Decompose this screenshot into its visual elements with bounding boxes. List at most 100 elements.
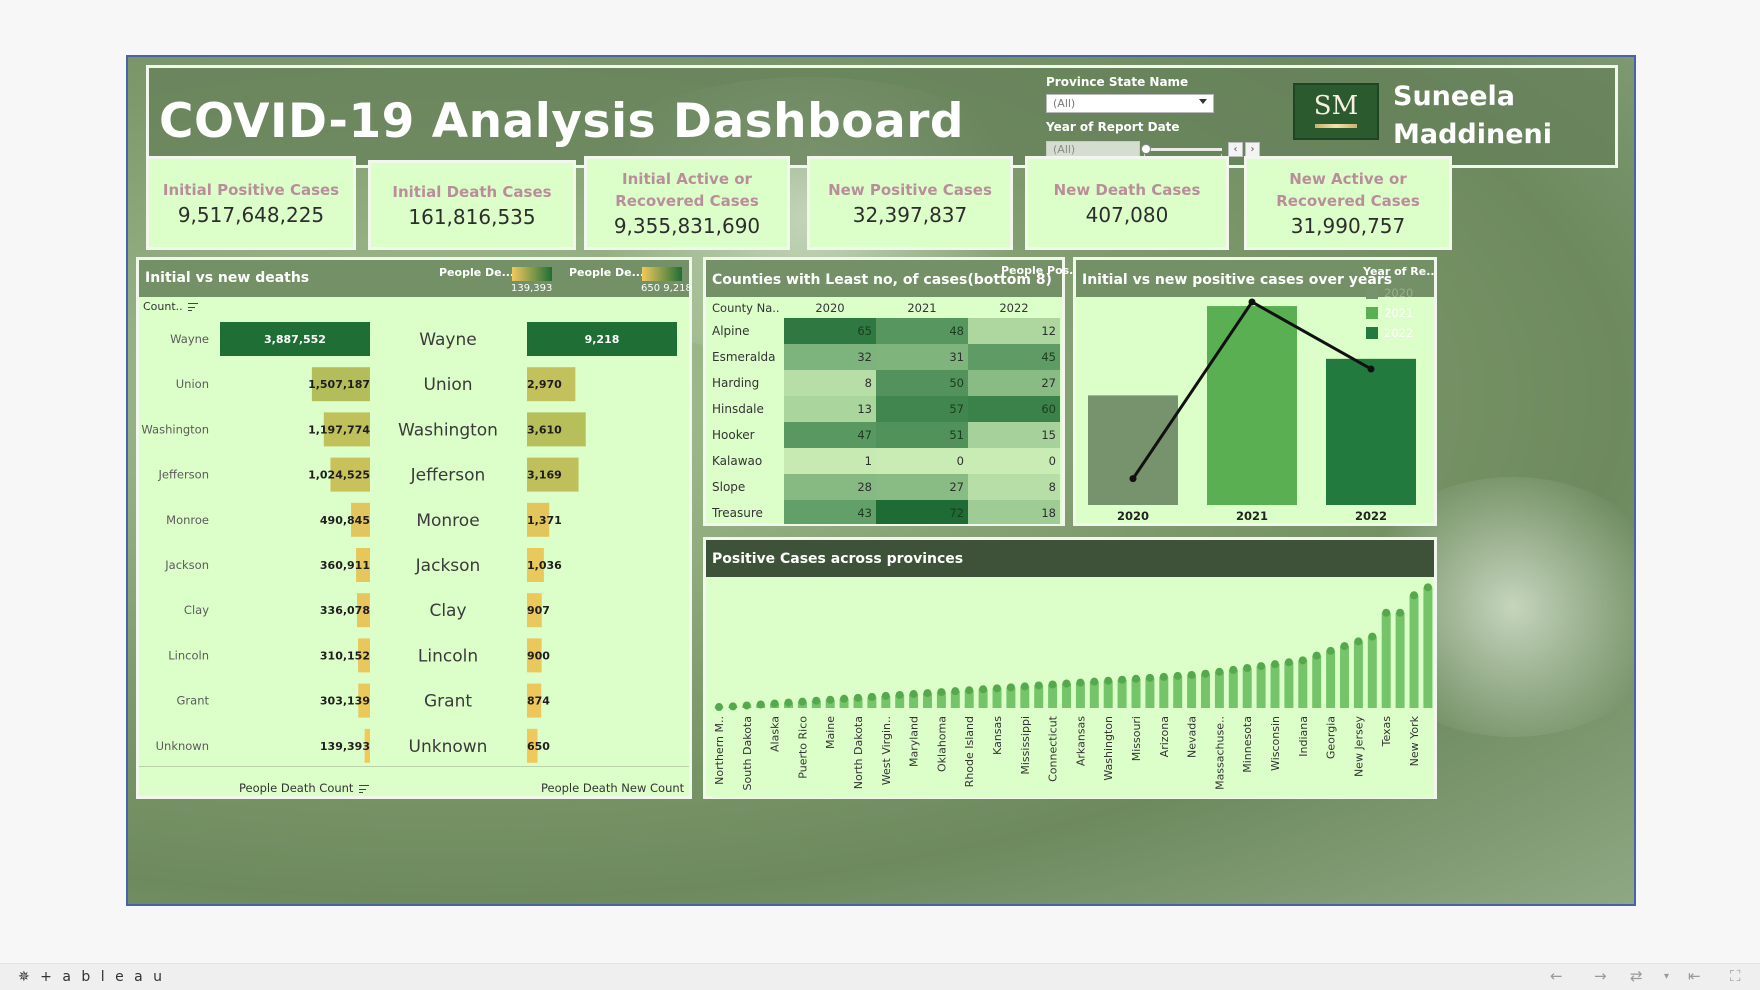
province-point[interactable]: [1284, 658, 1293, 667]
province-point[interactable]: [1118, 675, 1127, 684]
province-point[interactable]: [1132, 674, 1140, 683]
kpi-initial-active[interactable]: Initial Active or Recovered Cases 9,355,…: [584, 156, 790, 250]
province-filter-dropdown[interactable]: (All): [1046, 94, 1214, 113]
province-point[interactable]: [742, 701, 751, 710]
province-point[interactable]: [1298, 656, 1307, 665]
year-legend-swatch[interactable]: [1366, 307, 1378, 319]
province-point[interactable]: [1410, 591, 1418, 600]
province-point[interactable]: [965, 686, 974, 695]
year-next-button[interactable]: ›: [1245, 142, 1260, 157]
year-bar[interactable]: [1088, 395, 1178, 505]
kpi-new-active[interactable]: New Active or Recovered Cases 31,990,757: [1244, 156, 1452, 250]
province-bar[interactable]: [1117, 679, 1127, 708]
province-point[interactable]: [1020, 682, 1029, 691]
province-bar[interactable]: [1201, 673, 1210, 708]
province-bar[interactable]: [1395, 612, 1405, 708]
redo-icon[interactable]: →: [1594, 967, 1607, 985]
province-bar[interactable]: [1423, 587, 1433, 708]
province-bar[interactable]: [1284, 662, 1294, 708]
revert-icon[interactable]: ⇄: [1630, 967, 1643, 985]
sort-header[interactable]: Count..: [143, 300, 199, 313]
province-point[interactable]: [909, 690, 918, 699]
year-bar[interactable]: [1326, 358, 1416, 505]
year-legend-swatch[interactable]: [1366, 327, 1378, 339]
province-bar[interactable]: [1298, 660, 1308, 708]
kpi-initial-positive[interactable]: Initial Positive Cases 9,517,648,225: [146, 156, 356, 250]
province-point[interactable]: [1312, 651, 1321, 660]
province-point[interactable]: [784, 698, 793, 707]
province-bar[interactable]: [1131, 678, 1141, 708]
heatmap-cell[interactable]: [968, 474, 1060, 500]
fullscreen-icon[interactable]: ⛶: [1730, 967, 1741, 985]
province-point[interactable]: [1257, 662, 1266, 671]
province-point[interactable]: [770, 699, 779, 708]
province-point[interactable]: [756, 700, 765, 709]
province-point[interactable]: [1368, 632, 1377, 641]
heatmap-cell[interactable]: [876, 448, 968, 474]
province-point[interactable]: [1229, 665, 1238, 674]
province-point[interactable]: [1034, 681, 1043, 690]
province-point[interactable]: [1187, 670, 1196, 679]
province-point[interactable]: [1076, 678, 1085, 687]
province-point[interactable]: [826, 695, 835, 704]
province-point[interactable]: [812, 696, 821, 705]
province-bar[interactable]: [1187, 674, 1197, 708]
province-bar[interactable]: [1381, 612, 1391, 708]
year-legend-swatch[interactable]: [1366, 287, 1378, 299]
undo-icon[interactable]: ←: [1550, 967, 1563, 985]
province-point[interactable]: [1354, 637, 1363, 646]
province-bar[interactable]: [1173, 675, 1183, 708]
province-bar[interactable]: [1312, 655, 1322, 708]
province-bar[interactable]: [1103, 680, 1113, 708]
province-point[interactable]: [951, 687, 960, 696]
province-bar[interactable]: [1256, 666, 1266, 708]
province-point[interactable]: [1201, 669, 1210, 678]
province-bar[interactable]: [1228, 669, 1238, 708]
province-point[interactable]: [923, 689, 932, 698]
province-point[interactable]: [1326, 646, 1335, 655]
province-point[interactable]: [1104, 676, 1113, 685]
province-bar[interactable]: [1353, 641, 1363, 708]
province-bar[interactable]: [1159, 676, 1169, 708]
province-bar[interactable]: [1242, 667, 1252, 708]
trend-point[interactable]: [1248, 298, 1256, 306]
province-point[interactable]: [1423, 583, 1432, 592]
province-point[interactable]: [937, 688, 946, 697]
province-point[interactable]: [1271, 660, 1279, 669]
province-bar[interactable]: [1409, 595, 1419, 708]
kpi-new-death[interactable]: New Death Cases 407,080: [1025, 156, 1229, 250]
kpi-new-positive[interactable]: New Positive Cases 32,397,837: [807, 156, 1013, 250]
year-slider-handle[interactable]: [1141, 144, 1151, 154]
province-bar[interactable]: [1270, 664, 1280, 708]
province-point[interactable]: [1090, 677, 1099, 686]
province-point[interactable]: [1243, 663, 1252, 672]
province-point[interactable]: [1006, 683, 1015, 692]
province-point[interactable]: [1062, 679, 1071, 688]
province-point[interactable]: [867, 692, 876, 701]
footer-death-count[interactable]: People Death Count: [239, 781, 370, 795]
province-bar[interactable]: [1326, 650, 1336, 708]
province-point[interactable]: [798, 697, 807, 706]
province-point[interactable]: [728, 702, 737, 711]
province-point[interactable]: [1340, 642, 1349, 651]
trend-point[interactable]: [1367, 365, 1375, 373]
province-point[interactable]: [895, 690, 904, 699]
reset-icon[interactable]: ⇤: [1688, 967, 1701, 985]
province-point[interactable]: [993, 684, 1001, 693]
province-point[interactable]: [979, 685, 988, 694]
heatmap-cell[interactable]: [968, 448, 1060, 474]
heatmap-cell[interactable]: [784, 448, 876, 474]
province-point[interactable]: [1215, 667, 1224, 676]
province-point[interactable]: [1382, 608, 1391, 617]
province-point[interactable]: [881, 691, 890, 700]
province-bar[interactable]: [1145, 677, 1155, 708]
year-prev-button[interactable]: ‹: [1228, 142, 1243, 157]
province-bar[interactable]: [1367, 636, 1377, 708]
province-point[interactable]: [1145, 673, 1154, 682]
year-bar[interactable]: [1207, 306, 1297, 505]
province-point[interactable]: [854, 693, 862, 702]
province-bar[interactable]: [1214, 671, 1224, 708]
revert-dropdown-icon[interactable]: ▾: [1664, 971, 1669, 982]
province-bar[interactable]: [1340, 646, 1349, 708]
province-point[interactable]: [1159, 672, 1168, 681]
